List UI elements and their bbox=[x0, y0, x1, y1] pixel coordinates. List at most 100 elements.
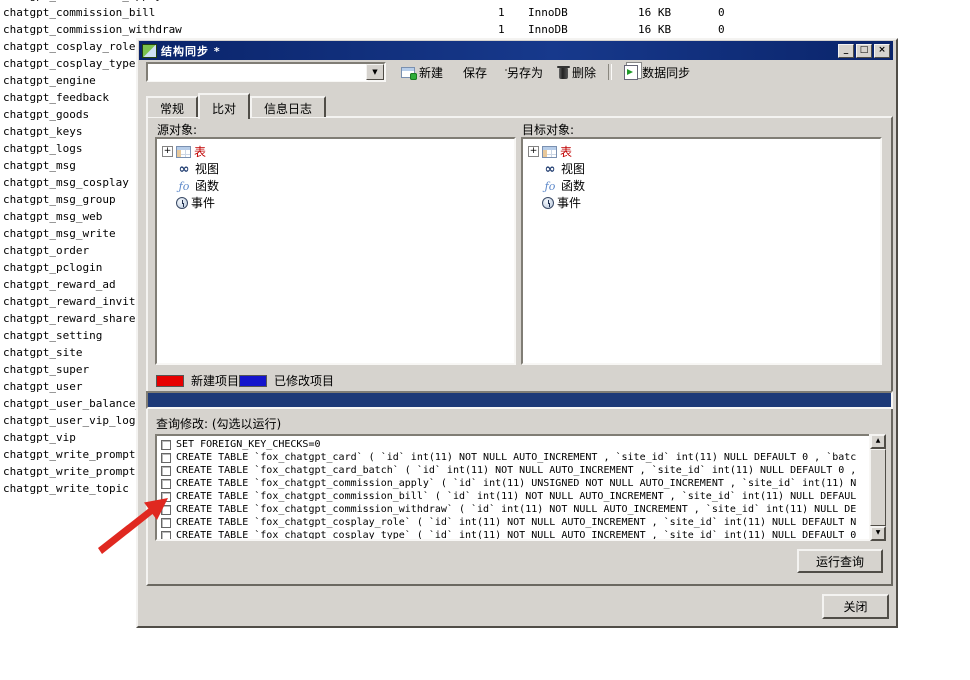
sql-statement-list: SET FOREIGN_KEY_CHECKS=0 CREATE TABLE `f… bbox=[155, 434, 886, 541]
tree-item-label: 事件 bbox=[557, 194, 581, 211]
delete-icon bbox=[559, 68, 568, 79]
query-modifications-label: 查询修改: (勾选以运行) bbox=[156, 415, 281, 432]
legend-label: 已修改项目 bbox=[274, 372, 334, 389]
tree-item-label: 视图 bbox=[561, 160, 585, 177]
close-dialog-button[interactable]: 关闭 bbox=[822, 594, 889, 619]
toolbar-button-label: 另存为 bbox=[507, 64, 543, 81]
expand-icon[interactable]: + bbox=[528, 146, 539, 157]
sql-checkbox[interactable] bbox=[161, 531, 171, 541]
toolbar-button-label: 数据同步 bbox=[642, 64, 690, 81]
table-list-row[interactable]: chatgpt_commission_bill 1 InnoDB 16 KB 0 bbox=[3, 4, 963, 21]
save-button[interactable]: 保存 bbox=[456, 63, 490, 82]
data-sync-button[interactable]: 数据同步 bbox=[621, 63, 693, 82]
scroll-up-icon[interactable]: ▲ bbox=[870, 434, 886, 449]
event-icon bbox=[176, 197, 188, 209]
tree-item[interactable]: 视图 bbox=[162, 160, 514, 177]
table-size: 16 KB bbox=[638, 4, 671, 21]
sql-statement-row[interactable]: CREATE TABLE `fox_chatgpt_commission_bil… bbox=[159, 490, 884, 503]
toolbar-button-label: 保存 bbox=[463, 64, 487, 81]
table-name: chatgpt_reward_ad bbox=[3, 278, 116, 291]
sql-list-scrollbar[interactable]: ▲ ▼ bbox=[869, 434, 886, 541]
sql-checkbox[interactable] bbox=[161, 453, 171, 463]
table-extra: 0 bbox=[718, 21, 725, 38]
table-rows-count: 1 bbox=[498, 4, 505, 21]
sql-checkbox[interactable] bbox=[161, 466, 171, 476]
legend-label: 新建项目 bbox=[191, 372, 239, 389]
new-icon bbox=[401, 67, 415, 78]
sql-checkbox[interactable] bbox=[161, 479, 171, 489]
table-name: chatgpt_reward_invite bbox=[3, 295, 142, 308]
sql-checkbox[interactable] bbox=[161, 440, 171, 450]
table-name: chatgpt_goods bbox=[3, 108, 89, 121]
sql-checkbox[interactable] bbox=[161, 518, 171, 528]
tab-info-log[interactable]: 信息日志 bbox=[250, 96, 326, 117]
save-as-button[interactable]: 另存为 bbox=[500, 63, 546, 82]
sql-statement-row[interactable]: SET FOREIGN_KEY_CHECKS=0 bbox=[159, 438, 884, 451]
tree-item[interactable]: 函数 bbox=[162, 177, 514, 194]
tree-item[interactable]: 函数 bbox=[528, 177, 880, 194]
structure-sync-icon bbox=[142, 44, 157, 58]
sql-statement-row[interactable]: CREATE TABLE `fox_chatgpt_card_batch` ( … bbox=[159, 464, 884, 477]
data-sync-icon bbox=[624, 65, 638, 80]
event-icon bbox=[542, 197, 554, 209]
tree-item-label: 表 bbox=[560, 143, 572, 160]
tree-item[interactable]: 事件 bbox=[528, 194, 880, 211]
sql-statement-row[interactable]: CREATE TABLE `fox_chatgpt_commission_wit… bbox=[159, 503, 884, 516]
tree-item[interactable]: + 表 bbox=[162, 143, 514, 160]
tab-general[interactable]: 常规 bbox=[146, 96, 198, 117]
sql-statement-row[interactable]: CREATE TABLE `fox_chatgpt_commission_app… bbox=[159, 477, 884, 490]
close-button[interactable]: × bbox=[874, 44, 890, 58]
tree-item[interactable]: + 表 bbox=[528, 143, 880, 160]
table-name: chatgpt_commission_withdraw bbox=[3, 23, 182, 36]
table-list-row[interactable]: chatgpt_commission_withdraw 1 InnoDB 16 … bbox=[3, 21, 963, 38]
chevron-down-icon[interactable]: ▼ bbox=[366, 64, 384, 80]
tree-item[interactable]: 视图 bbox=[528, 160, 880, 177]
maximize-button[interactable]: □ bbox=[856, 44, 872, 58]
expand-icon[interactable]: + bbox=[162, 146, 173, 157]
table-name: chatgpt_site bbox=[3, 346, 82, 359]
target-objects-tree: + 表 视图 函数 事件 bbox=[521, 137, 882, 365]
dialog-tabs: 常规 比对 信息日志 bbox=[146, 93, 326, 119]
sql-checkbox[interactable] bbox=[161, 505, 171, 515]
delete-button[interactable]: 删除 bbox=[556, 63, 599, 82]
table-name: chatgpt_user bbox=[3, 380, 82, 393]
structure-sync-dialog: 结构同步 * _ □ × ▼ bbox=[136, 38, 898, 628]
view-icon bbox=[542, 162, 558, 175]
tree-item[interactable]: 事件 bbox=[162, 194, 514, 211]
profile-combobox-input[interactable] bbox=[149, 65, 368, 81]
tab-compare[interactable]: 比对 bbox=[198, 93, 250, 119]
dialog-titlebar[interactable]: 结构同步 * _ □ × bbox=[139, 41, 893, 60]
table-name: chatgpt_reward_share bbox=[3, 312, 135, 325]
tab-label: 比对 bbox=[212, 102, 236, 116]
sql-statement-row[interactable]: CREATE TABLE `fox_chatgpt_cosplay_role` … bbox=[159, 516, 884, 529]
scrollbar-thumb[interactable] bbox=[870, 449, 886, 526]
profile-combobox[interactable]: ▼ bbox=[146, 62, 386, 82]
table-name: chatgpt_engine bbox=[3, 74, 96, 87]
window-controls: _ □ × bbox=[838, 44, 890, 58]
run-query-button[interactable]: 运行查询 bbox=[797, 549, 883, 573]
sql-statement-text: CREATE TABLE `fox_chatgpt_commission_app… bbox=[176, 478, 856, 489]
table-icon bbox=[542, 146, 557, 158]
table-name: chatgpt_vip bbox=[3, 431, 76, 444]
table-name: chatgpt_user_vip_logs bbox=[3, 414, 142, 427]
legend: 新建项目 已修改项目 bbox=[156, 372, 334, 389]
table-name: chatgpt_pclogin bbox=[3, 261, 102, 274]
dialog-toolbar: 新建 保存 另存为 删除 bbox=[398, 62, 693, 82]
table-name: chatgpt_setting bbox=[3, 329, 102, 342]
toolbar-button-label: 新建 bbox=[419, 64, 443, 81]
tree-item-label: 函数 bbox=[561, 177, 585, 194]
minimize-button[interactable]: _ bbox=[838, 44, 854, 58]
new-button[interactable]: 新建 bbox=[398, 63, 446, 82]
sql-checkbox[interactable] bbox=[161, 492, 171, 502]
table-name: chatgpt_super bbox=[3, 363, 89, 376]
sql-statement-row[interactable]: CREATE TABLE `fox_chatgpt_card` ( `id` i… bbox=[159, 451, 884, 464]
sql-statement-text: CREATE TABLE `fox_chatgpt_card` ( `id` i… bbox=[176, 452, 856, 463]
table-name: chatgpt_feedback bbox=[3, 91, 109, 104]
sql-statement-row[interactable]: CREATE TABLE `fox_chatgpt_cosplay_type` … bbox=[159, 529, 884, 541]
tab-label: 常规 bbox=[160, 102, 184, 116]
table-icon bbox=[176, 146, 191, 158]
table-name: chatgpt_logs bbox=[3, 142, 82, 155]
scroll-down-icon[interactable]: ▼ bbox=[870, 526, 886, 541]
table-name: chatgpt_msg_web bbox=[3, 210, 102, 223]
function-icon bbox=[542, 179, 558, 192]
